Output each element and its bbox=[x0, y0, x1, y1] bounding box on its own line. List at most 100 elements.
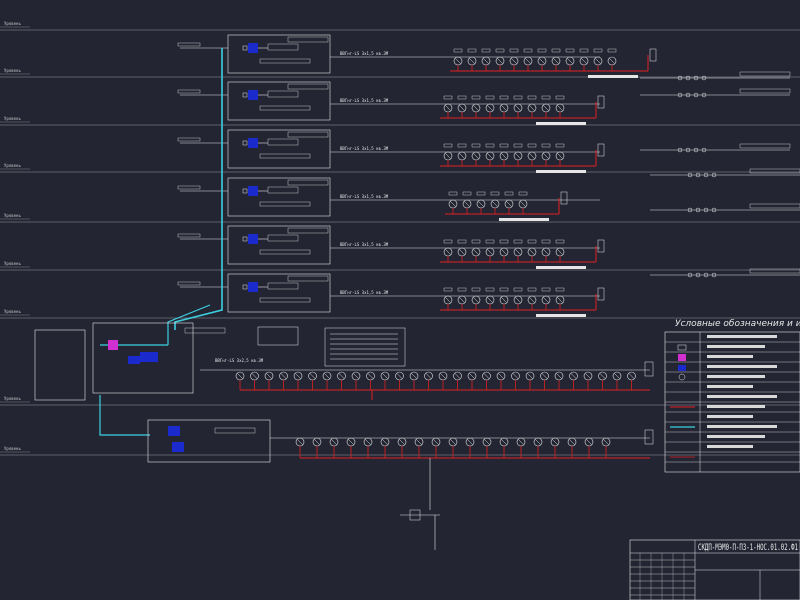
light-cross bbox=[449, 438, 457, 446]
stamp-code: СКДП-МЭМ0-П-ПЗ-1-НОС.01.02.Ф1 bbox=[698, 543, 798, 553]
basement-panel-frame bbox=[147, 419, 271, 463]
light-cross bbox=[542, 104, 550, 112]
light-tag bbox=[541, 287, 551, 292]
light-cross bbox=[425, 372, 432, 380]
legend-symbol bbox=[677, 344, 687, 351]
light-cross bbox=[556, 296, 564, 304]
level-label: Уровень bbox=[4, 163, 21, 168]
panel-tag bbox=[287, 36, 329, 43]
light-cross bbox=[541, 372, 548, 380]
panel-frame bbox=[227, 129, 331, 169]
light-tag bbox=[555, 239, 565, 244]
light-tag bbox=[443, 143, 453, 148]
light-cross bbox=[613, 372, 621, 380]
light-tag bbox=[495, 48, 505, 53]
panel-tag bbox=[214, 427, 256, 434]
control-device bbox=[248, 90, 258, 100]
annotation-tag bbox=[739, 71, 791, 77]
legend-text-bar bbox=[707, 395, 777, 398]
end-box bbox=[644, 429, 654, 445]
light-cross bbox=[398, 438, 406, 446]
light-cross bbox=[556, 152, 564, 160]
main-control-device bbox=[128, 356, 140, 364]
light-tag bbox=[453, 48, 463, 53]
light-tag bbox=[448, 191, 458, 196]
light-cross bbox=[528, 152, 536, 160]
label-box bbox=[259, 153, 311, 159]
light-cross bbox=[415, 438, 423, 446]
light-cross bbox=[468, 57, 476, 65]
label-box bbox=[259, 249, 311, 255]
light-cross bbox=[454, 57, 462, 65]
level-label: Уровень bbox=[4, 116, 21, 121]
label-box bbox=[267, 43, 299, 51]
light-cross bbox=[556, 104, 564, 112]
light-cross bbox=[584, 372, 592, 380]
light-cross bbox=[482, 57, 490, 65]
end-box bbox=[597, 95, 605, 109]
legend-text-bar bbox=[707, 365, 777, 368]
level-label: Уровень bbox=[4, 213, 21, 218]
light-tag bbox=[527, 287, 537, 292]
light-cross bbox=[313, 438, 321, 446]
panel-tag bbox=[287, 83, 329, 90]
light-cross bbox=[556, 248, 564, 256]
drawing-canvas: Уровень Уровень Уровень Уровень Уровень Урове… bbox=[0, 0, 800, 600]
light-cross bbox=[472, 296, 480, 304]
control-device bbox=[248, 43, 258, 53]
end-box bbox=[649, 48, 657, 62]
panel-tag bbox=[287, 131, 329, 138]
panel-tag bbox=[184, 327, 226, 334]
panel-tag bbox=[287, 275, 329, 282]
light-cross bbox=[444, 248, 452, 256]
control-device bbox=[168, 426, 180, 436]
light-tag bbox=[504, 191, 514, 196]
light-cross bbox=[486, 104, 494, 112]
legend-text-bar bbox=[707, 375, 765, 378]
light-cross bbox=[486, 296, 494, 304]
light-tag bbox=[499, 95, 509, 100]
light-cross bbox=[602, 438, 610, 446]
device-terminal bbox=[242, 140, 248, 146]
legend-text-bar bbox=[707, 385, 753, 388]
light-cross bbox=[458, 152, 466, 160]
light-tag bbox=[513, 287, 523, 292]
light-cross bbox=[265, 372, 273, 380]
cable-label: ВВГнг-LS 3х1,5 кв.3М bbox=[340, 98, 389, 103]
light-cross bbox=[236, 372, 244, 380]
light-cross bbox=[454, 372, 461, 380]
cable-label: ВВГнг-LS 3х1,5 кв.3М bbox=[340, 51, 389, 56]
end-box bbox=[597, 287, 605, 301]
end-box bbox=[597, 143, 605, 157]
light-tag bbox=[527, 143, 537, 148]
light-cross bbox=[280, 372, 287, 380]
annotation-tag bbox=[749, 203, 800, 209]
light-tag bbox=[555, 287, 565, 292]
light-tag bbox=[541, 95, 551, 100]
light-tag bbox=[490, 191, 500, 196]
small-label bbox=[177, 137, 201, 142]
light-cross bbox=[444, 152, 452, 160]
light-tag bbox=[513, 95, 523, 100]
light-tag bbox=[471, 287, 481, 292]
control-device bbox=[248, 138, 258, 148]
label-box bbox=[259, 297, 311, 303]
label-box bbox=[259, 105, 311, 111]
device-terminal bbox=[242, 236, 248, 242]
label-box bbox=[267, 90, 299, 98]
cable-label: ВВГнг-LS 3х1,5 кв.3М bbox=[340, 146, 389, 151]
light-cross bbox=[439, 372, 447, 380]
device-terminal bbox=[242, 188, 248, 194]
light-cross bbox=[608, 57, 616, 65]
label-strip bbox=[536, 314, 586, 317]
device-terminal bbox=[242, 284, 248, 290]
light-tag bbox=[607, 48, 617, 53]
light-cross bbox=[542, 296, 550, 304]
panel-frame bbox=[227, 273, 331, 313]
light-cross bbox=[449, 200, 457, 208]
panel-frame bbox=[227, 177, 331, 217]
light-tag bbox=[471, 143, 481, 148]
light-cross bbox=[472, 248, 480, 256]
light-tag bbox=[513, 143, 523, 148]
light-tag bbox=[565, 48, 575, 53]
